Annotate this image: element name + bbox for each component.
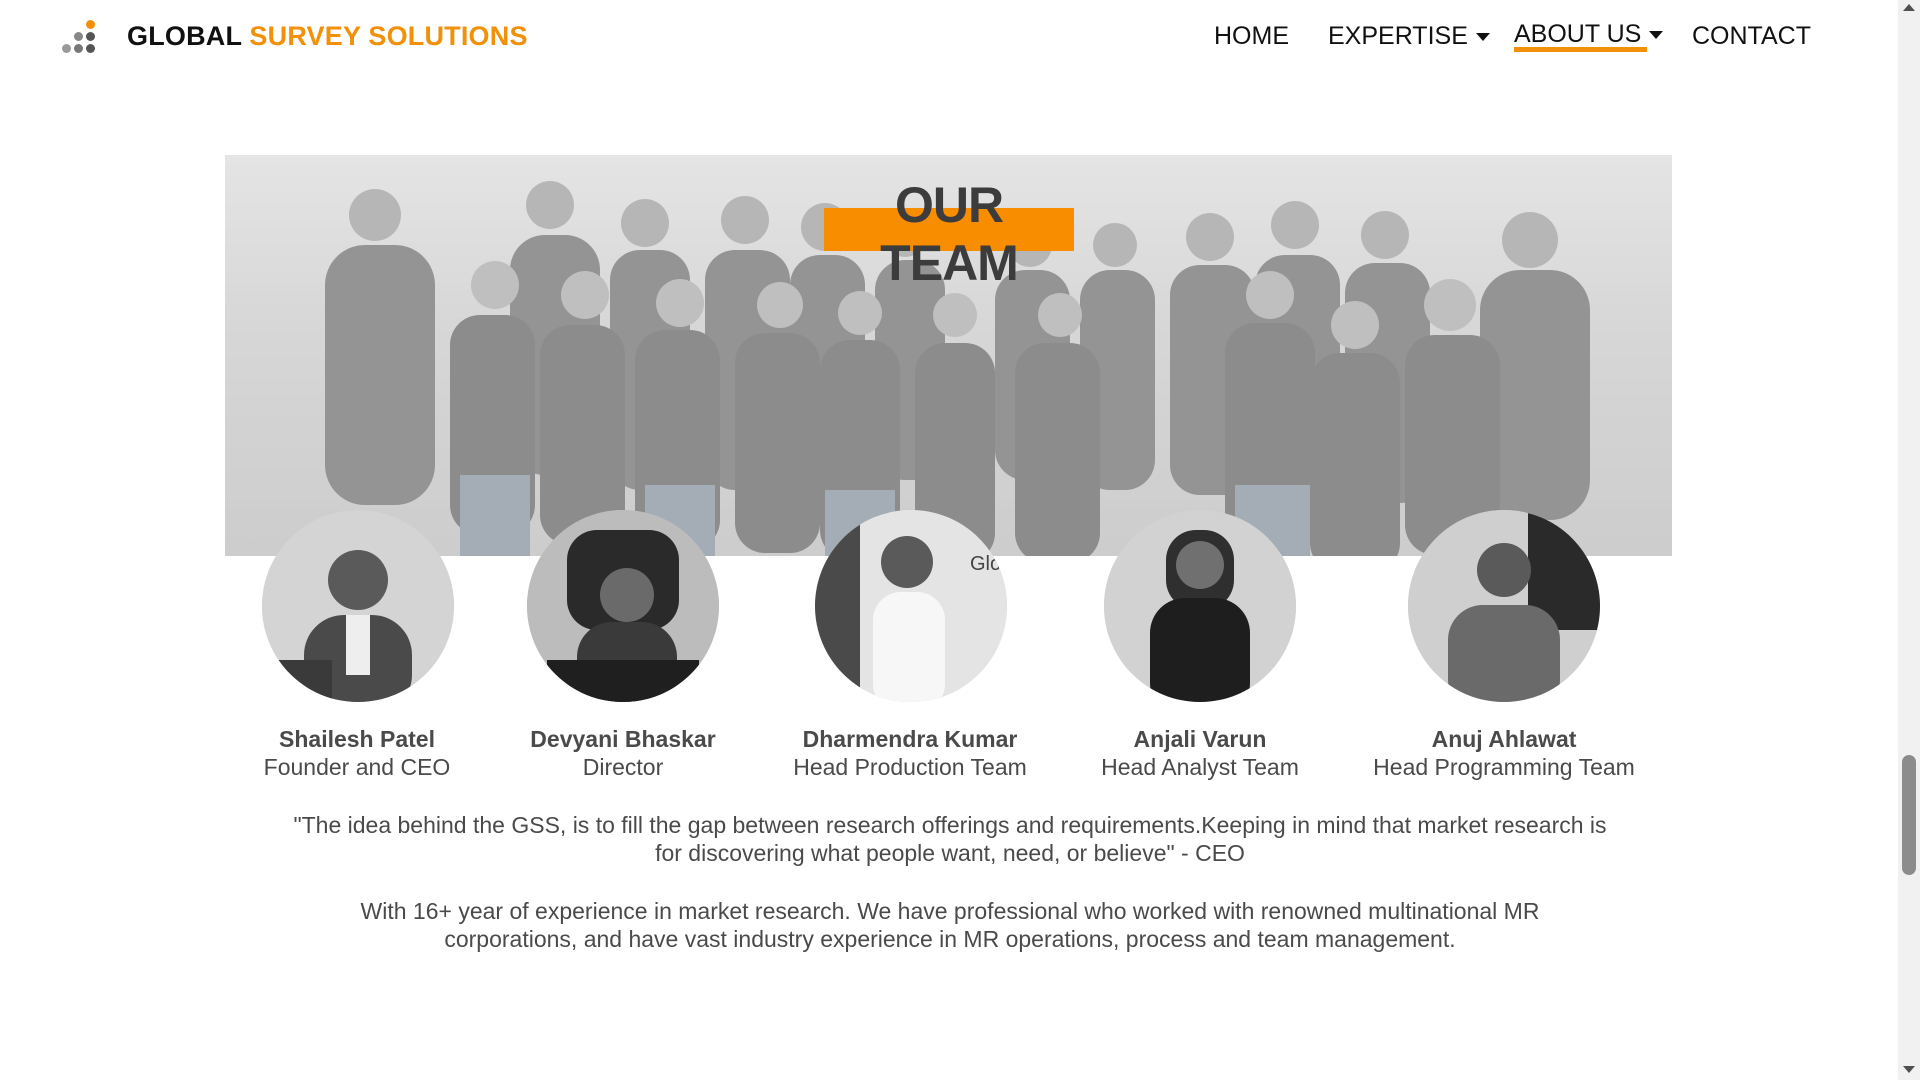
avatar: Glo bbox=[815, 510, 1007, 702]
dots-logo-icon[interactable] bbox=[58, 18, 106, 58]
member-role: Head Production Team bbox=[793, 754, 1027, 780]
person-portrait-icon bbox=[527, 510, 719, 702]
avatar bbox=[262, 510, 454, 702]
nav-contact-label: CONTACT bbox=[1692, 22, 1811, 50]
person-portrait-icon: Glo bbox=[815, 510, 1007, 702]
section-title: OUR TEAM bbox=[880, 177, 1019, 291]
person-portrait-icon bbox=[1408, 510, 1600, 702]
nav-about-us-label: ABOUT US bbox=[1514, 20, 1642, 48]
nav-about-us[interactable]: ABOUT US bbox=[1514, 20, 1664, 49]
nav-home[interactable]: HOME bbox=[1214, 22, 1289, 51]
about-paragraph: With 16+ year of experience in market re… bbox=[360, 898, 1540, 952]
nav-expertise-label: EXPERTISE bbox=[1328, 22, 1468, 50]
nav-home-label: HOME bbox=[1214, 22, 1289, 50]
ceo-quote: "The idea behind the GSS, is to fill the… bbox=[293, 812, 1607, 866]
avatar bbox=[527, 510, 719, 702]
caret-down-icon bbox=[1649, 30, 1664, 39]
scroll-down-arrow-icon[interactable] bbox=[1903, 1066, 1915, 1073]
brand-part-2: SURVEY SOLUTIONS bbox=[249, 21, 528, 51]
member-role: Head Analyst Team bbox=[1101, 754, 1299, 780]
nav-contact[interactable]: CONTACT bbox=[1692, 22, 1811, 51]
scrollbar-track[interactable] bbox=[1898, 0, 1920, 1080]
caret-down-icon bbox=[1475, 32, 1490, 41]
person-portrait-icon bbox=[262, 510, 454, 702]
scrollbar-thumb[interactable] bbox=[1902, 755, 1916, 875]
scroll-up-arrow-icon[interactable] bbox=[1903, 4, 1915, 11]
member-name: Anjali Varun bbox=[1133, 726, 1267, 752]
avatar bbox=[1408, 510, 1600, 702]
nav-expertise[interactable]: EXPERTISE bbox=[1328, 22, 1490, 51]
avatar bbox=[1104, 510, 1296, 702]
brand-part-1: GLOBAL bbox=[127, 21, 242, 51]
member-name: Anuj Ahlawat bbox=[1431, 726, 1577, 752]
nav-active-indicator bbox=[1514, 47, 1647, 52]
member-name: Devyani Bhaskar bbox=[530, 726, 716, 752]
member-name: Dharmendra Kumar bbox=[802, 726, 1018, 752]
person-portrait-icon bbox=[1104, 510, 1296, 702]
svg-text:Glo: Glo bbox=[970, 553, 1001, 575]
member-role: Director bbox=[582, 754, 664, 780]
brand-title[interactable]: GLOBAL SURVEY SOLUTIONS bbox=[127, 21, 528, 52]
member-role: Head Programming Team bbox=[1373, 754, 1635, 780]
